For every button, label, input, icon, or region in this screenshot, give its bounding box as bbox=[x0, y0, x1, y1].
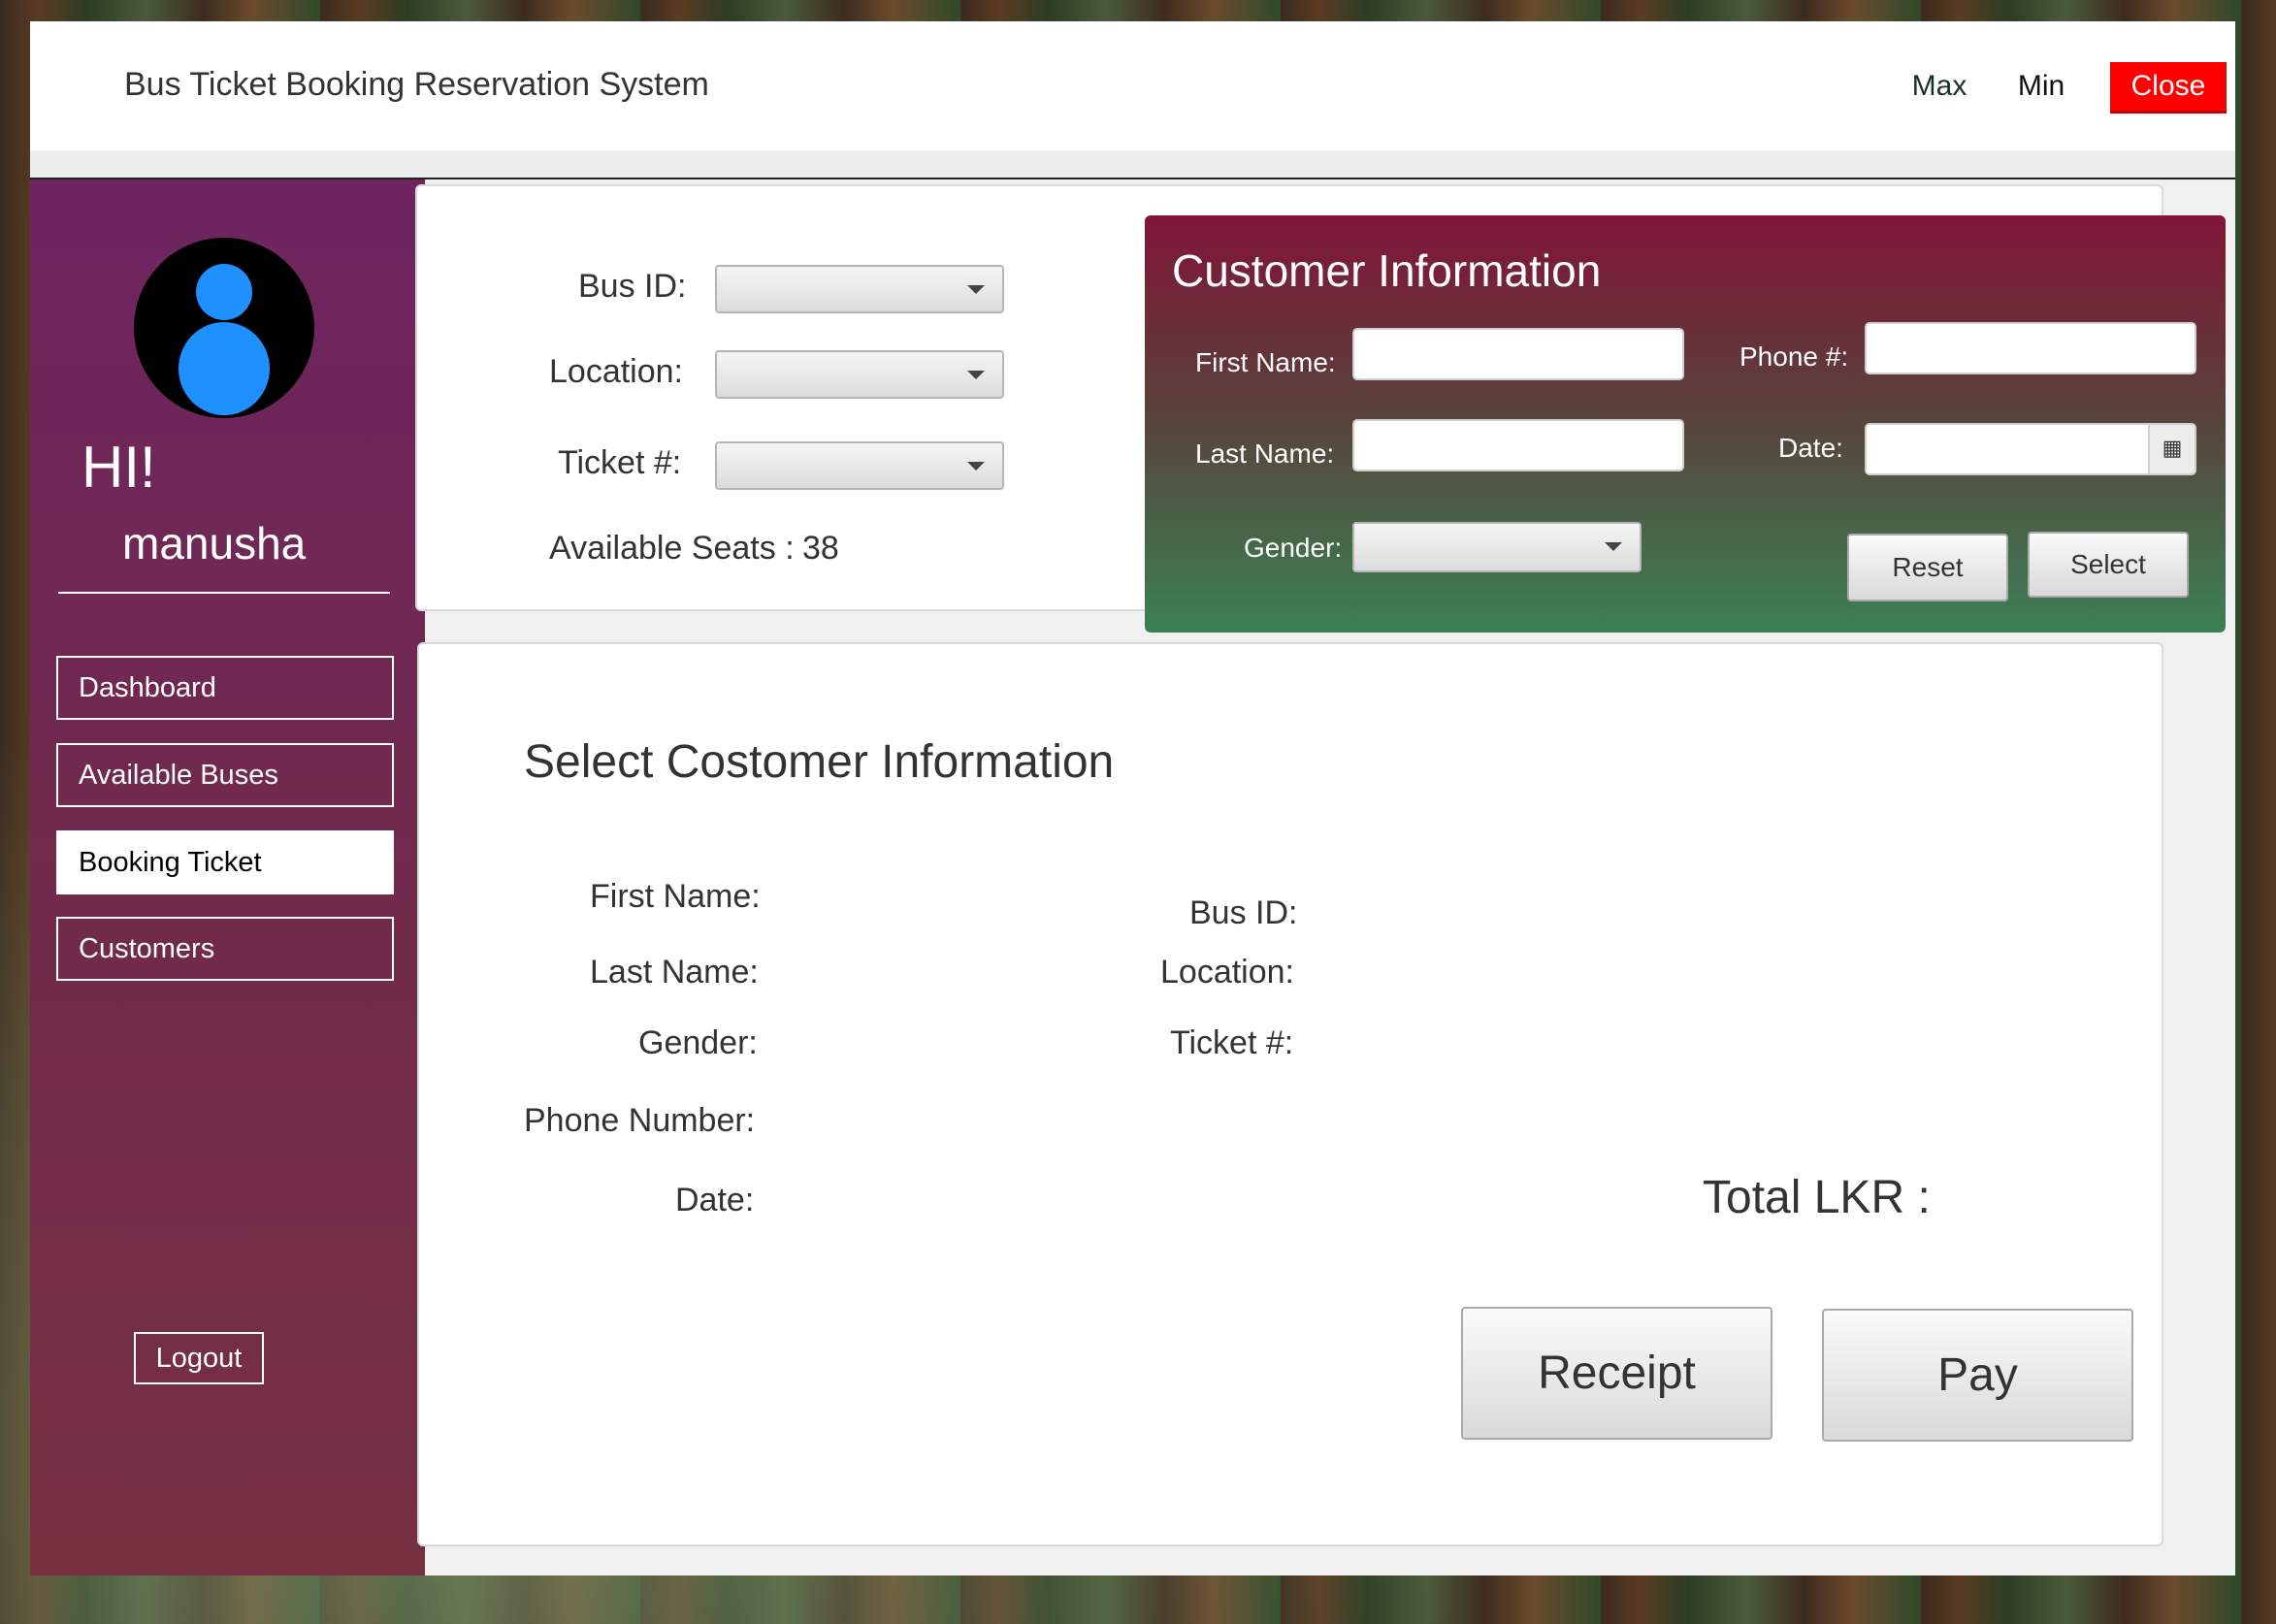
receipt-button[interactable]: Receipt bbox=[1461, 1307, 1772, 1440]
first-name-label: First Name: bbox=[1195, 347, 1336, 377]
maximize-button[interactable]: Max bbox=[1902, 62, 1976, 111]
summary-date-label: Date: bbox=[675, 1182, 755, 1218]
avatar-user-icon bbox=[134, 238, 314, 418]
avatar-head bbox=[196, 264, 252, 320]
sidebar-item-available-buses[interactable]: Available Buses bbox=[56, 743, 394, 807]
phone-label: Phone #: bbox=[1740, 341, 1849, 372]
phone-field[interactable] bbox=[1865, 322, 2196, 374]
gender-dropdown[interactable] bbox=[1352, 522, 1642, 572]
reset-button[interactable]: Reset bbox=[1847, 534, 2008, 601]
summary-last-name-label: Last Name: bbox=[590, 954, 759, 991]
last-name-field[interactable] bbox=[1352, 419, 1684, 471]
avatar-body bbox=[179, 322, 270, 415]
date-label: Date: bbox=[1778, 433, 1843, 463]
available-seats-label: Available Seats : bbox=[549, 530, 795, 567]
logout-button[interactable]: Logout bbox=[134, 1332, 264, 1384]
username-text: manusha bbox=[122, 518, 307, 568]
summary-ticket-label: Ticket #: bbox=[1170, 1024, 1294, 1061]
bus-id-label: Bus ID: bbox=[578, 268, 687, 305]
sidebar-divider bbox=[58, 592, 390, 594]
close-button[interactable]: Close bbox=[2110, 62, 2227, 114]
ticket-dropdown[interactable] bbox=[715, 441, 1004, 490]
calendar-icon[interactable]: ▦ bbox=[2148, 423, 2196, 475]
summary-title: Select Costomer Information bbox=[524, 736, 1115, 788]
sidebar-item-dashboard[interactable]: Dashboard bbox=[56, 656, 394, 720]
available-seats-value: 38 bbox=[802, 530, 839, 567]
total-lkr-label: Total LKR : bbox=[1703, 1172, 1931, 1223]
greeting-text: HI! bbox=[81, 435, 156, 500]
summary-location-label: Location: bbox=[1160, 954, 1294, 991]
last-name-label: Last Name: bbox=[1195, 438, 1335, 469]
location-label: Location: bbox=[549, 353, 683, 390]
minimize-button[interactable]: Min bbox=[2007, 62, 2075, 111]
summary-gender-label: Gender: bbox=[638, 1024, 758, 1061]
gender-label: Gender: bbox=[1244, 533, 1343, 563]
sidebar-item-customers[interactable]: Customers bbox=[56, 917, 394, 981]
ticket-label: Ticket #: bbox=[558, 444, 682, 481]
summary-first-name-label: First Name: bbox=[590, 878, 761, 915]
chevron-down-icon bbox=[967, 462, 985, 471]
chevron-down-icon bbox=[967, 371, 985, 379]
bus-id-dropdown[interactable] bbox=[715, 265, 1004, 313]
sidebar-item-booking-ticket[interactable]: Booking Ticket bbox=[56, 830, 394, 894]
title-bar-divider bbox=[30, 150, 2235, 179]
location-dropdown[interactable] bbox=[715, 350, 1004, 399]
select-button[interactable]: Select bbox=[2028, 532, 2189, 598]
chevron-down-icon bbox=[1605, 542, 1622, 551]
sidebar: HI! manusha Dashboard Available Buses Bo… bbox=[30, 179, 425, 1575]
customer-information-title: Customer Information bbox=[1172, 245, 1602, 296]
title-bar: Bus Ticket Booking Reservation System Ma… bbox=[30, 21, 2235, 150]
pay-button[interactable]: Pay bbox=[1822, 1309, 2133, 1442]
date-field[interactable] bbox=[1865, 423, 2152, 475]
app-title: Bus Ticket Booking Reservation System bbox=[124, 66, 709, 103]
first-name-field[interactable] bbox=[1352, 328, 1684, 380]
chevron-down-icon bbox=[967, 285, 985, 294]
summary-phone-label: Phone Number: bbox=[524, 1102, 756, 1139]
summary-bus-id-label: Bus ID: bbox=[1189, 894, 1298, 931]
customer-information-panel: Customer Information First Name: Last Na… bbox=[1145, 215, 2226, 633]
